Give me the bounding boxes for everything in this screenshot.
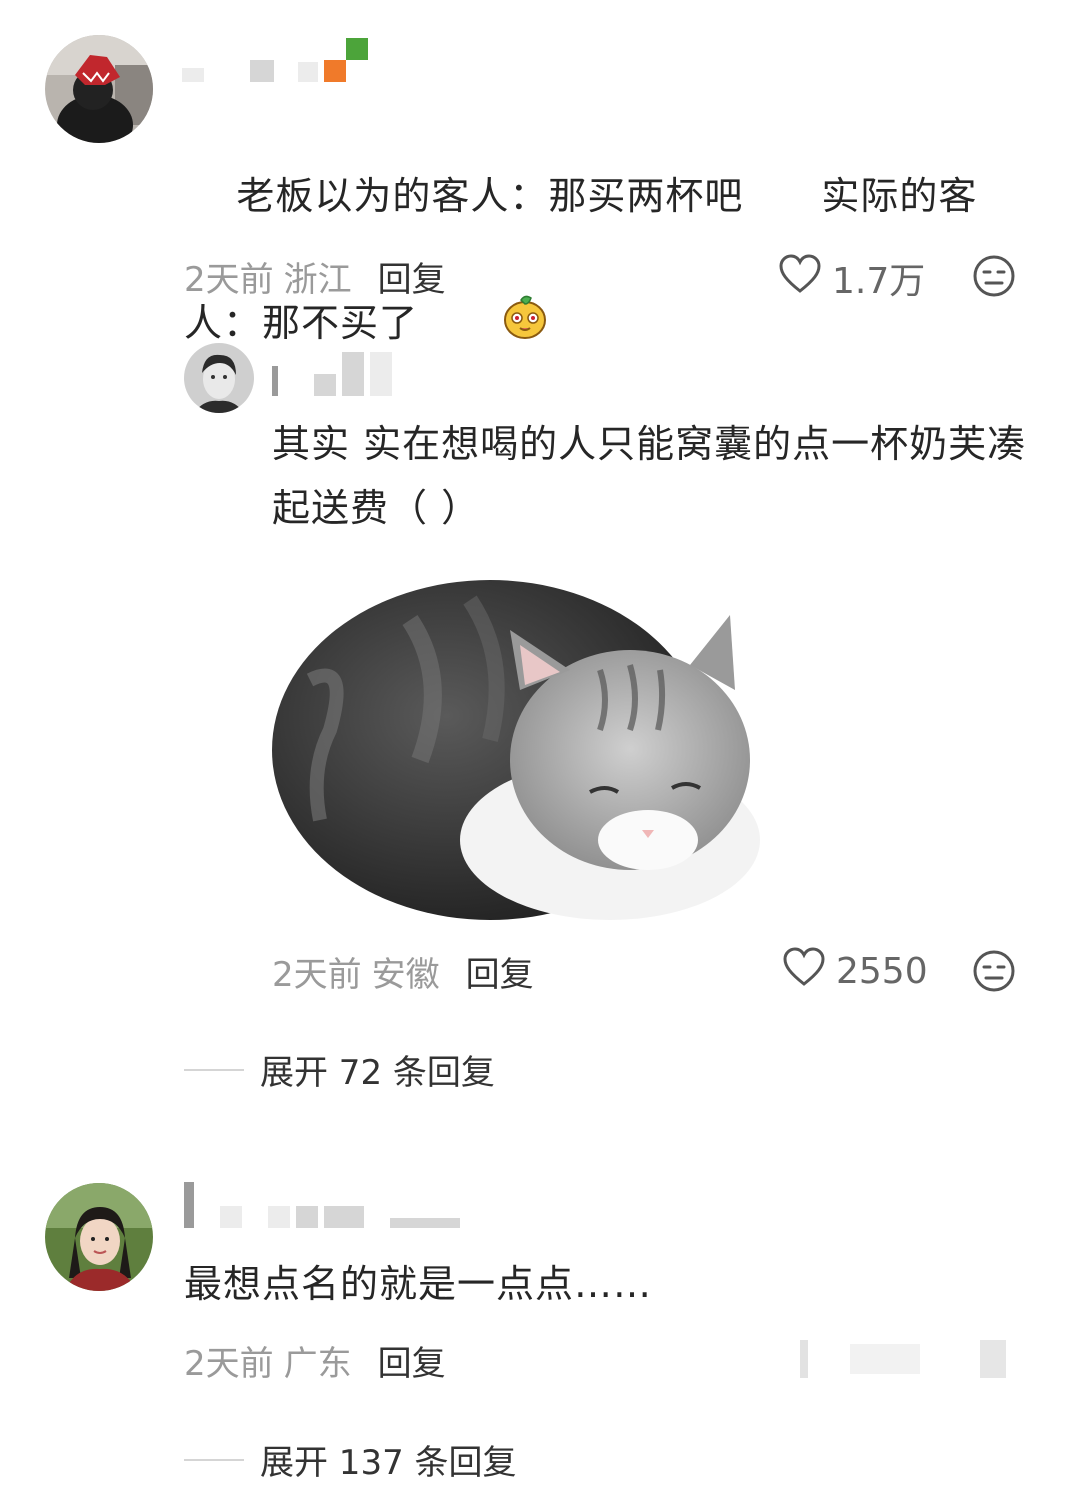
comment-meta: 2天前 广东 回复 — [184, 1336, 446, 1385]
comment-time: 2天前 — [184, 260, 274, 300]
username-redacted[interactable] — [184, 1182, 460, 1228]
heart-outline-icon — [778, 253, 822, 303]
expand-replies-button[interactable]: 展开 137 条回复 — [184, 1435, 517, 1484]
comment-meta: 2天前 浙江 回复 — [184, 252, 446, 301]
comment-location: 安徽 — [371, 955, 440, 995]
comment-time: 2天前 — [272, 955, 362, 995]
divider-line — [184, 1068, 244, 1071]
comment-text: 最想点名的就是一点点…… — [184, 1262, 653, 1306]
reply-button[interactable]: 回复 — [466, 947, 534, 996]
comment-time: 2天前 — [184, 1344, 274, 1384]
redacted-actions — [800, 1336, 1040, 1386]
expand-replies-button[interactable]: 展开 72 条回复 — [184, 1045, 495, 1094]
avatar[interactable] — [184, 343, 254, 413]
divider-line — [184, 1458, 244, 1461]
comment-location: 广东 — [283, 1344, 352, 1384]
avatar[interactable] — [45, 1183, 153, 1291]
comment-text: 其实 实在想喝的人只能窝囊的点一杯奶芙凑起送费（ ） — [272, 422, 1027, 530]
reply-button[interactable]: 回复 — [378, 1336, 446, 1385]
heart-outline-icon — [782, 947, 826, 996]
comment-meta: 2天前 安徽 回复 — [272, 947, 534, 996]
like-count: 2550 — [836, 951, 928, 992]
neutral-face-icon[interactable] — [972, 949, 1016, 997]
neutral-face-icon[interactable] — [972, 254, 1016, 302]
like-button[interactable]: 1.7万 — [778, 252, 925, 304]
like-button[interactable]: 2550 — [782, 947, 928, 996]
comment-location: 浙江 — [283, 260, 352, 300]
username-redacted[interactable] — [272, 352, 392, 396]
cat-sticker-image[interactable] — [270, 560, 760, 929]
expand-replies-label: 展开 137 条回复 — [260, 1443, 517, 1483]
expand-replies-label: 展开 72 条回复 — [260, 1053, 495, 1093]
like-count: 1.7万 — [832, 261, 926, 302]
avatar[interactable] — [45, 35, 153, 143]
username-redacted[interactable] — [182, 38, 368, 82]
reply-button[interactable]: 回复 — [378, 252, 446, 301]
